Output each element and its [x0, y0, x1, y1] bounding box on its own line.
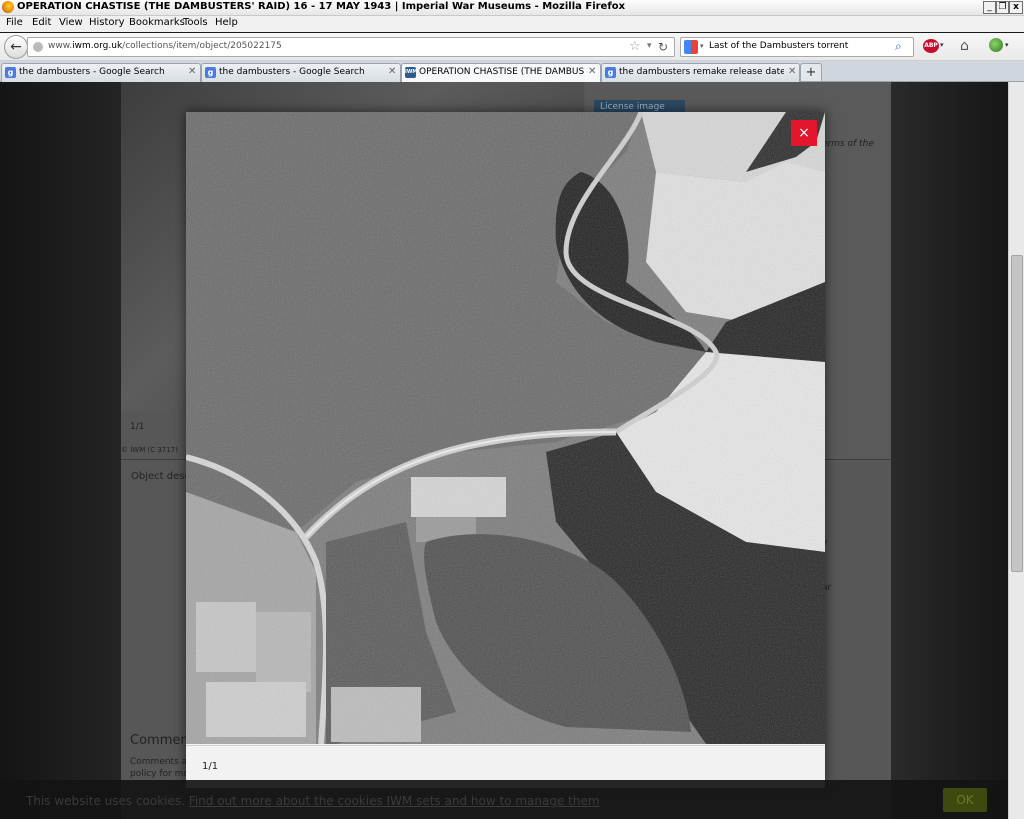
home-icon[interactable]: ⌂ [960, 38, 969, 54]
google-engine-icon[interactable] [684, 40, 698, 54]
menu-view[interactable]: View [59, 17, 83, 28]
search-icon[interactable]: ⌕ [895, 39, 902, 54]
url-text: www.iwm.org.uk/collections/item/object/2… [48, 41, 282, 51]
window-title-bar: OPERATION CHASTISE (THE DAMBUSTERS' RAID… [0, 0, 1024, 16]
cookie-text: This website uses cookies. [26, 794, 185, 808]
navigation-toolbar: ← www.iwm.org.uk/collections/item/object… [0, 33, 1024, 61]
aerial-photo-dam [186, 112, 825, 744]
tab-close-icon[interactable]: ✕ [788, 66, 796, 77]
tab-google-search-2[interactable]: g the dambusters - Google Search ✕ [201, 63, 401, 82]
tab-dambusters-remake[interactable]: g the dambusters remake release date - G… [601, 63, 800, 82]
google-icon: g [605, 67, 616, 78]
image-counter: 1/1 [202, 761, 219, 772]
tab-google-search-1[interactable]: g the dambusters - Google Search ✕ [1, 63, 201, 82]
tab-label: the dambusters - Google Search [219, 67, 365, 77]
minimize-button[interactable]: _ [983, 1, 996, 14]
google-icon: g [5, 67, 16, 78]
history-dropdown-icon[interactable]: ▾ [647, 41, 652, 51]
tab-close-icon[interactable]: ✕ [588, 66, 596, 77]
terms-text: erms of the [822, 139, 874, 149]
tab-close-icon[interactable]: ✕ [188, 66, 196, 77]
back-button[interactable]: ← [4, 35, 28, 59]
cookie-message: This website uses cookies. Find out more… [26, 794, 600, 808]
iwm-icon: IWM [405, 67, 417, 78]
address-bar[interactable]: www.iwm.org.uk/collections/item/object/2… [27, 37, 675, 57]
background-left [0, 82, 121, 819]
menu-bookmarks[interactable]: Bookmarks [129, 17, 185, 28]
comments-text: Comments a policy for mo [130, 757, 189, 779]
search-bar[interactable]: ▾ Last of the Dambusters torrent ⌕ [680, 37, 914, 57]
scrollbar-thumb[interactable] [1011, 255, 1023, 572]
addon-icon[interactable] [989, 38, 1003, 52]
back-arrow-icon: ← [10, 39, 22, 55]
reload-icon[interactable]: ↻ [658, 40, 668, 54]
restore-button[interactable]: ❐ [996, 1, 1009, 14]
tab-close-icon[interactable]: ✕ [388, 66, 396, 77]
search-input-value[interactable]: Last of the Dambusters torrent [709, 41, 848, 51]
new-tab-button[interactable]: + [800, 63, 822, 81]
tab-label: the dambusters - Google Search [19, 67, 165, 77]
tab-label: OPERATION CHASTISE (THE DAMBUSTE... [419, 67, 584, 77]
menu-tools[interactable]: Tools [183, 17, 208, 28]
menu-help[interactable]: Help [215, 17, 238, 28]
window-title: OPERATION CHASTISE (THE DAMBUSTERS' RAID… [17, 1, 626, 12]
close-lightbox-button[interactable]: × [791, 120, 817, 146]
adblock-icon[interactable]: ABP [923, 39, 939, 53]
background-right [891, 82, 1008, 819]
menu-bar: File Edit View History Bookmarks Tools H… [0, 16, 1024, 32]
bookmark-star-icon[interactable]: ☆ [629, 39, 641, 54]
close-window-button[interactable]: x [1009, 1, 1023, 14]
site-identity-icon[interactable] [33, 42, 43, 52]
engine-dropdown-icon[interactable]: ▾ [700, 42, 704, 50]
cookie-info-link[interactable]: Find out more about the cookies IWM sets… [189, 794, 600, 808]
addon-dropdown-icon[interactable]: ▾ [1005, 41, 1009, 49]
menu-file[interactable]: File [6, 17, 23, 28]
tab-operation-chastise[interactable]: IWM OPERATION CHASTISE (THE DAMBUSTE... … [401, 63, 601, 83]
tab-strip: g the dambusters - Google Search ✕ g the… [0, 61, 1024, 83]
firefox-icon [2, 1, 14, 13]
iwm-reference: © IWM (C 3717) [121, 446, 178, 454]
menu-edit[interactable]: Edit [32, 17, 51, 28]
google-icon: g [205, 67, 216, 78]
comments-heading: Comment [130, 733, 194, 748]
adblock-dropdown-icon[interactable]: ▾ [940, 41, 944, 49]
image-counter-background: 1/1 [130, 422, 145, 432]
cookie-ok-button[interactable]: OK [943, 788, 987, 812]
menu-history[interactable]: History [89, 17, 125, 28]
tab-label: the dambusters remake release date - G..… [619, 67, 784, 77]
object-description-heading: Object desc [131, 471, 190, 482]
